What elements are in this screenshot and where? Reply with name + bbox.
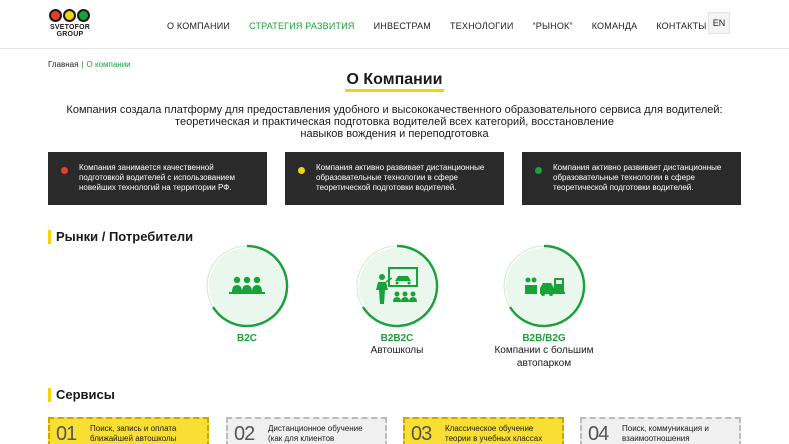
markets-section-title: Рынки / Потребители — [48, 229, 193, 244]
classroom-icon — [376, 267, 418, 304]
card-line: Компания активно развивает дистанционные — [316, 163, 485, 172]
traffic-light-logo-icon — [49, 9, 93, 22]
service-number: 04 — [588, 423, 609, 444]
breadcrumb-current: О компании — [86, 60, 131, 69]
service-text: Поиск, коммуникация и взаимоотношения — [622, 424, 737, 444]
info-card: Компания занимается качественной подгото… — [48, 152, 267, 205]
service-line: ближайшей автошколы — [90, 434, 177, 443]
logo[interactable]: SVETOFOR GROUP — [49, 9, 93, 43]
services-section-title: Сервисы — [48, 387, 115, 402]
service-card-04[interactable]: 04 Поиск, коммуникация и взаимоотношения — [580, 417, 741, 444]
services-title-text: Сервисы — [56, 387, 115, 402]
service-number: 01 — [56, 423, 77, 444]
service-line: (как для клиентов — [268, 434, 335, 443]
card-line: теоретической подготовки водителей. — [553, 183, 694, 192]
service-line: взаимоотношения — [622, 434, 690, 443]
nav-item-strategy[interactable]: СТРАТЕГИЯ РАЗВИТИЯ — [249, 21, 355, 31]
card-line: подготовкой водителей с использованием — [79, 173, 236, 182]
service-text: Дистанционное обучение (как для клиентов — [268, 424, 383, 444]
logo-text: SVETOFOR GROUP — [50, 24, 90, 38]
green-dot-icon — [535, 167, 542, 174]
service-number: 03 — [411, 423, 432, 444]
market-b2b-b2g[interactable]: B2B/B2G Компании с большим автопарком — [494, 244, 594, 370]
service-line: Дистанционное обучение — [268, 424, 363, 433]
breadcrumb-home-link[interactable]: Главная — [48, 60, 78, 69]
service-line: Классическое обучение — [445, 424, 534, 433]
info-card: Компания активно развивает дистанционные… — [522, 152, 741, 205]
intro-line: навыков вождения и переподготовка — [300, 128, 489, 140]
red-dot-icon — [61, 167, 68, 174]
services-list: 01 Поиск, запись и оплата ближайшей авто… — [48, 417, 741, 444]
card-line: Компания занимается качественной — [79, 163, 214, 172]
language-switch-button[interactable]: EN — [708, 12, 730, 34]
breadcrumb-separator: | — [81, 60, 84, 69]
nav-item-about[interactable]: О КОМПАНИИ — [167, 21, 230, 31]
logo-green-light — [77, 9, 90, 22]
card-line: теоретической подготовки водителей. — [316, 183, 457, 192]
fleet-icon — [525, 277, 565, 296]
service-card-01[interactable]: 01 Поиск, запись и оплата ближайшей авто… — [48, 417, 209, 444]
card-line: образовательные технологии в сфере — [316, 173, 458, 182]
market-sublabel: Компании с большим — [494, 345, 594, 356]
market-label: B2B/B2G — [522, 333, 566, 344]
people-group-icon — [229, 276, 265, 294]
service-number: 02 — [234, 423, 255, 444]
nav-item-contacts[interactable]: КОНТАКТЫ — [656, 21, 706, 31]
service-text: Классическое обучение теории в учебных к… — [445, 424, 560, 444]
nav-item-team[interactable]: КОМАНДА — [592, 21, 638, 31]
market-b2c[interactable]: B2C — [197, 244, 297, 344]
intro-line: теоретическая и практическая подготовка … — [175, 116, 614, 128]
market-circle — [206, 244, 289, 328]
intro-line: Компания создала платформу для предостав… — [66, 104, 723, 116]
info-card: Компания активно развивает дистанционные… — [285, 152, 504, 205]
markets-title-text: Рынки / Потребители — [56, 229, 194, 244]
market-circle — [356, 244, 439, 328]
nav-item-technologies[interactable]: ТЕХНОЛОГИИ — [450, 21, 514, 31]
market-label: B2C — [236, 333, 257, 344]
intro-text: Компания создала платформу для предостав… — [60, 104, 729, 140]
service-text: Поиск, запись и оплата ближайшей автошко… — [90, 424, 205, 444]
service-card-02[interactable]: 02 Дистанционное обучение (как для клиен… — [226, 417, 387, 444]
page-title: О Компании — [344, 71, 445, 92]
title-underline — [344, 89, 445, 92]
yellow-dot-icon — [298, 167, 305, 174]
market-label: B2B2C — [380, 333, 414, 344]
service-line: теории в учебных классах — [445, 434, 543, 443]
card-line: Компания активно развивает дистанционные — [553, 163, 722, 172]
logo-red-light — [49, 9, 62, 22]
breadcrumb: Главная | О компании — [48, 60, 131, 69]
site-header: SVETOFOR GROUP О КОМПАНИИ СТРАТЕГИЯ РАЗВ… — [0, 0, 789, 49]
market-circle — [503, 244, 586, 328]
service-line: Поиск, запись и оплата — [90, 424, 177, 433]
section-accent-bar — [48, 388, 51, 402]
nav-item-investors[interactable]: ИНВЕСТРАМ — [374, 21, 431, 31]
page-title-wrap: О Компании — [0, 71, 789, 92]
info-cards: Компания занимается качественной подгото… — [48, 152, 741, 205]
page-title-text: О Компании — [346, 71, 443, 88]
service-card-03[interactable]: 03 Классическое обучение теории в учебны… — [403, 417, 564, 444]
card-line: образовательные технологии в сфере — [553, 173, 695, 182]
service-line: Поиск, коммуникация и — [622, 424, 709, 433]
market-sublabel: автопарком — [516, 358, 572, 369]
card-line: новейших технологий на территории РФ. — [79, 183, 232, 192]
main-nav: О КОМПАНИИ СТРАТЕГИЯ РАЗВИТИЯ ИНВЕСТРАМ … — [167, 21, 726, 31]
section-accent-bar — [48, 230, 51, 244]
market-sublabel: Автошколы — [370, 345, 424, 356]
market-b2b2c[interactable]: B2B2C Автошколы — [347, 244, 447, 357]
logo-yellow-light — [63, 9, 76, 22]
nav-item-market[interactable]: “РЫНОК” — [533, 21, 573, 31]
